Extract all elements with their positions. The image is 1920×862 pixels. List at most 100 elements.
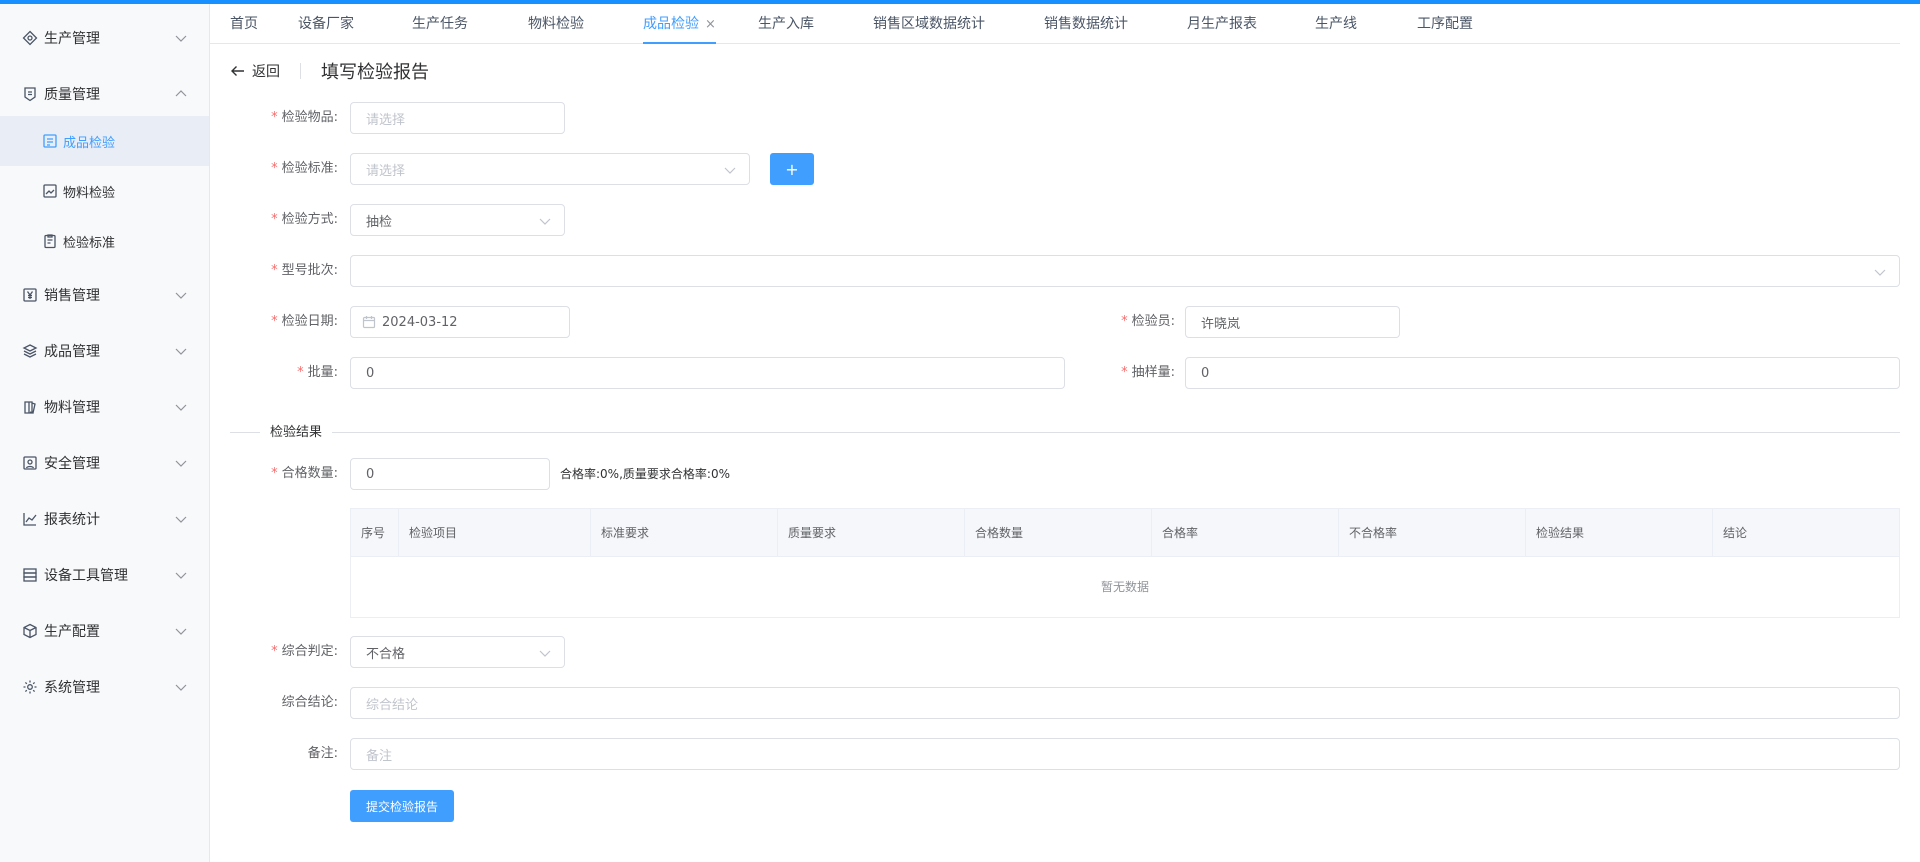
tab-monthly-report[interactable]: 月生产报表 xyxy=(1187,4,1257,44)
menu-sales[interactable]: 销售管理 xyxy=(0,267,210,323)
method-select[interactable]: 抽检 xyxy=(350,204,565,236)
date-picker[interactable]: 2024-03-12 xyxy=(350,306,570,338)
column-header: 质量要求 xyxy=(778,509,965,557)
menu-label: 安全管理 xyxy=(44,456,100,472)
diamond-icon xyxy=(22,30,38,46)
method-label: * 检验方式: xyxy=(271,212,338,227)
menu-materials[interactable]: 物料管理 xyxy=(0,379,210,435)
document-icon xyxy=(42,133,58,149)
yen-icon xyxy=(22,287,38,303)
column-header: 不合格率 xyxy=(1339,509,1526,557)
table-header: 序号 检验项目 标准要求 质量要求 合格数量 合格率 不合格率 检验结果 结论 xyxy=(351,509,1899,557)
standard-select[interactable]: 请选择 xyxy=(350,153,750,185)
submenu-inspection-standard[interactable]: 检验标准 xyxy=(0,216,209,266)
submenu-product-inspection[interactable]: 成品检验 xyxy=(0,116,209,166)
remark-input[interactable]: 备注 xyxy=(350,738,1900,770)
judgement-select[interactable]: 不合格 xyxy=(350,636,565,668)
back-label: 返回 xyxy=(252,64,280,80)
qualified-label: * 合格数量: xyxy=(271,466,338,481)
section-divider xyxy=(230,432,1900,433)
badge-icon xyxy=(22,86,38,102)
judgement-label: * 综合判定: xyxy=(271,644,338,659)
submenu-label: 物料检验 xyxy=(63,185,116,201)
menu-label: 销售管理 xyxy=(44,288,100,304)
menu-label: 质量管理 xyxy=(44,87,100,103)
menu-label: 系统管理 xyxy=(44,680,100,696)
chevron-down-icon xyxy=(723,163,737,177)
tab-production-task[interactable]: 生产任务 xyxy=(412,4,468,44)
server-icon xyxy=(22,567,38,583)
add-standard-button[interactable]: + xyxy=(770,153,814,185)
gear-icon xyxy=(22,679,38,695)
menu-label: 设备工具管理 xyxy=(44,568,128,584)
menu-reports[interactable]: 报表统计 xyxy=(0,491,210,547)
submenu-label: 成品检验 xyxy=(63,135,116,151)
back-button[interactable]: 返回 xyxy=(230,61,280,81)
required-mark: * xyxy=(271,466,278,481)
tab-equipment-vendor[interactable]: 设备厂家 xyxy=(298,4,354,44)
close-icon[interactable]: × xyxy=(705,17,716,32)
tab-bar: 首页 设备厂家 生产任务 物料检验 成品检验 × 生产入库 销售区域数据统计 销售… xyxy=(210,4,1900,44)
inspector-input[interactable]: 许晓岚 xyxy=(1185,306,1400,338)
item-select[interactable]: 请选择 xyxy=(350,102,565,134)
chevron-down-icon xyxy=(174,512,188,526)
table-empty-text: 暂无数据 xyxy=(1100,580,1149,594)
remark-label: 备注: xyxy=(307,746,338,761)
inspector-label: * 检验员: xyxy=(1121,314,1175,329)
tab-material-inspection[interactable]: 物料检验 xyxy=(528,4,584,44)
batch-label: * 型号批次: xyxy=(271,263,338,278)
menu-label: 报表统计 xyxy=(44,512,100,528)
tab-sales-region-stats[interactable]: 销售区域数据统计 xyxy=(873,4,985,44)
book-icon xyxy=(22,399,38,415)
inspection-table: 序号 检验项目 标准要求 质量要求 合格数量 合格率 不合格率 检验结果 结论 … xyxy=(350,508,1900,618)
tab-production-storage[interactable]: 生产入库 xyxy=(758,4,814,44)
menu-system[interactable]: 系统管理 xyxy=(0,659,210,715)
menu-label: 成品管理 xyxy=(44,344,100,360)
chevron-down-icon xyxy=(174,400,188,414)
sample-label: * 抽样量: xyxy=(1121,365,1175,380)
conclusion-input[interactable]: 综合结论 xyxy=(350,687,1900,719)
menu-label: 物料管理 xyxy=(44,400,100,416)
column-header: 检验项目 xyxy=(399,509,591,557)
qualified-input[interactable]: 0 xyxy=(350,458,550,490)
chart-line-icon xyxy=(22,511,38,527)
column-header: 标准要求 xyxy=(591,509,778,557)
submit-report-button[interactable]: 提交检验报告 xyxy=(350,790,454,822)
column-header: 检验结果 xyxy=(1526,509,1713,557)
submenu-material-inspection[interactable]: 物料检验 xyxy=(0,166,209,216)
chevron-up-icon xyxy=(174,87,188,101)
tab-production-line[interactable]: 生产线 xyxy=(1315,4,1357,44)
tab-process-config[interactable]: 工序配置 xyxy=(1417,4,1473,44)
item-label: * 检验物品: xyxy=(271,110,338,125)
tab-sales-stats[interactable]: 销售数据统计 xyxy=(1044,4,1128,44)
menu-production[interactable]: 生产管理 xyxy=(0,10,210,66)
menu-quality[interactable]: 质量管理 xyxy=(0,66,210,122)
tab-home[interactable]: 首页 xyxy=(230,4,258,44)
required-mark: * xyxy=(271,263,278,278)
menu-safety[interactable]: 安全管理 xyxy=(0,435,210,491)
chevron-down-icon xyxy=(174,344,188,358)
chevron-down-icon xyxy=(174,456,188,470)
menu-production-config[interactable]: 生产配置 xyxy=(0,603,210,659)
chevron-down-icon xyxy=(538,214,552,228)
tab-label: 成品检验 xyxy=(643,16,699,32)
tab-product-inspection[interactable]: 成品检验 × xyxy=(643,4,716,44)
page-title: 填写检验报告 xyxy=(321,62,429,83)
sample-input[interactable]: 0 xyxy=(1185,357,1900,389)
image-doc-icon xyxy=(42,183,58,199)
required-mark: * xyxy=(1121,314,1128,329)
cube-icon xyxy=(22,623,38,639)
header-divider xyxy=(300,63,301,79)
standard-label: * 检验标准: xyxy=(271,161,338,176)
chevron-down-icon xyxy=(174,568,188,582)
column-header: 序号 xyxy=(351,509,399,557)
batch-select[interactable] xyxy=(350,255,1900,287)
quantity-input[interactable]: 0 xyxy=(350,357,1065,389)
required-mark: * xyxy=(297,365,304,380)
quantity-label: * 批量: xyxy=(297,365,338,380)
required-mark: * xyxy=(271,644,278,659)
chevron-down-icon xyxy=(174,31,188,45)
menu-products[interactable]: 成品管理 xyxy=(0,323,210,379)
menu-equipment[interactable]: 设备工具管理 xyxy=(0,547,210,603)
date-label: * 检验日期: xyxy=(271,314,338,329)
